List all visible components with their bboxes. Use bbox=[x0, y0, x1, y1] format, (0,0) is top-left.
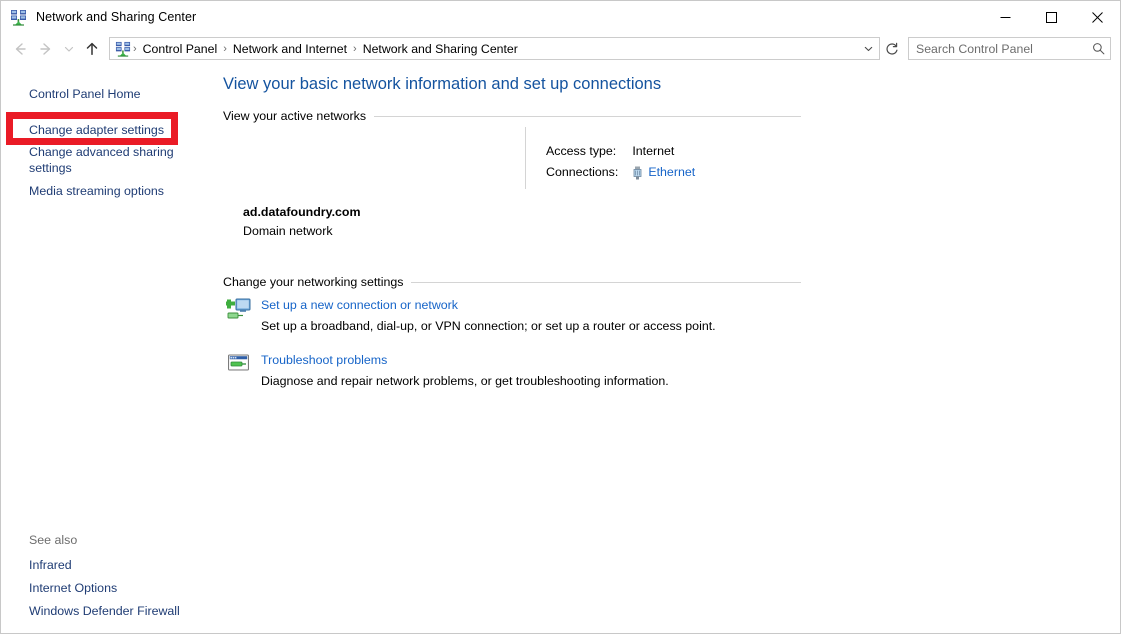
content-area: Control Panel Home Change adapter settin… bbox=[1, 64, 1120, 633]
main-panel: View your basic network information and … bbox=[206, 64, 1120, 633]
breadcrumb-separator: › bbox=[133, 42, 137, 55]
minimize-button[interactable] bbox=[982, 1, 1028, 33]
task-text-wrap: Set up a new connection or network Set u… bbox=[261, 295, 716, 336]
forward-button[interactable] bbox=[33, 36, 59, 62]
sidebar-item-change-adapter-settings[interactable]: Change adapter settings bbox=[29, 120, 164, 140]
up-button[interactable] bbox=[79, 36, 105, 62]
access-type-label: Access type: bbox=[546, 144, 617, 158]
sidebar-item-control-panel-home[interactable]: Control Panel Home bbox=[29, 84, 141, 104]
connections-value-wrap: Ethernet bbox=[632, 163, 695, 182]
breadcrumb-control-panel[interactable]: Control Panel bbox=[139, 42, 222, 56]
section-header-active-networks: View your active networks bbox=[223, 109, 801, 123]
see-also-heading: See also bbox=[29, 533, 78, 547]
section-rule bbox=[411, 281, 801, 283]
task-text-wrap: Troubleshoot problems Diagnose and repai… bbox=[261, 350, 669, 391]
connections-label: Connections: bbox=[546, 165, 619, 179]
network-sharing-center-window: Network and Sharing Center › Control Pan… bbox=[0, 0, 1121, 634]
breadcrumb-location-icon bbox=[115, 41, 131, 57]
breadcrumb-network-and-sharing-center[interactable]: Network and Sharing Center bbox=[359, 42, 522, 56]
maximize-button[interactable] bbox=[1028, 1, 1074, 33]
see-also-item-infrared[interactable]: Infrared bbox=[29, 554, 180, 577]
section-rule bbox=[374, 115, 801, 117]
network-divider bbox=[525, 127, 526, 189]
task-troubleshoot-problems[interactable]: Troubleshoot problems Diagnose and repai… bbox=[226, 350, 669, 391]
network-name: ad.datafoundry.com bbox=[243, 205, 361, 219]
title-bar: Network and Sharing Center bbox=[1, 1, 1120, 33]
search-icon bbox=[1092, 38, 1105, 59]
task-title-troubleshoot-problems[interactable]: Troubleshoot problems bbox=[261, 351, 669, 369]
breadcrumb-separator: › bbox=[353, 42, 357, 55]
close-button[interactable] bbox=[1074, 1, 1120, 33]
new-connection-icon bbox=[226, 296, 252, 322]
breadcrumb-bar[interactable]: › Control Panel › Network and Internet ›… bbox=[109, 37, 880, 60]
section-header-change-settings: Change your networking settings bbox=[223, 275, 801, 289]
ethernet-link[interactable]: Ethernet bbox=[648, 163, 695, 182]
network-type: Domain network bbox=[243, 224, 333, 238]
refresh-button[interactable] bbox=[880, 37, 903, 60]
see-also-list: Infrared Internet Options Windows Defend… bbox=[29, 554, 180, 623]
troubleshoot-icon bbox=[226, 351, 252, 377]
back-button[interactable] bbox=[7, 36, 33, 62]
ethernet-adapter-icon bbox=[632, 166, 643, 180]
network-sharing-center-icon bbox=[10, 9, 27, 26]
sidebar: Control Panel Home Change adapter settin… bbox=[1, 64, 206, 633]
task-setup-new-connection[interactable]: Set up a new connection or network Set u… bbox=[226, 295, 716, 336]
access-type-value: Internet bbox=[632, 144, 675, 158]
address-bar: › Control Panel › Network and Internet ›… bbox=[1, 33, 1120, 64]
chevron-down-icon[interactable] bbox=[858, 38, 878, 59]
section-label: View your active networks bbox=[223, 109, 367, 123]
sidebar-item-media-streaming-options[interactable]: Media streaming options bbox=[29, 181, 164, 201]
search-input[interactable]: Search Control Panel bbox=[908, 37, 1111, 60]
page-title: View your basic network information and … bbox=[223, 75, 662, 93]
window-title: Network and Sharing Center bbox=[36, 10, 197, 24]
see-also-item-windows-defender-firewall[interactable]: Windows Defender Firewall bbox=[29, 600, 180, 623]
window-controls bbox=[982, 1, 1120, 33]
network-details: Access type: Internet Connections: Ether… bbox=[546, 142, 695, 182]
breadcrumb-separator: › bbox=[223, 42, 227, 55]
active-network-block: ad.datafoundry.com Domain network bbox=[243, 203, 361, 241]
task-description-setup-new-connection: Set up a broadband, dial-up, or VPN conn… bbox=[261, 319, 716, 333]
see-also-item-internet-options[interactable]: Internet Options bbox=[29, 577, 180, 600]
breadcrumb-network-and-internet[interactable]: Network and Internet bbox=[229, 42, 351, 56]
task-title-setup-new-connection[interactable]: Set up a new connection or network bbox=[261, 296, 716, 314]
recent-locations-button[interactable] bbox=[59, 36, 79, 62]
section-label: Change your networking settings bbox=[223, 275, 404, 289]
task-description-troubleshoot-problems: Diagnose and repair network problems, or… bbox=[261, 374, 669, 388]
sidebar-item-change-advanced-sharing-settings[interactable]: Change advanced sharing settings bbox=[29, 142, 179, 178]
search-placeholder: Search Control Panel bbox=[916, 41, 1033, 56]
